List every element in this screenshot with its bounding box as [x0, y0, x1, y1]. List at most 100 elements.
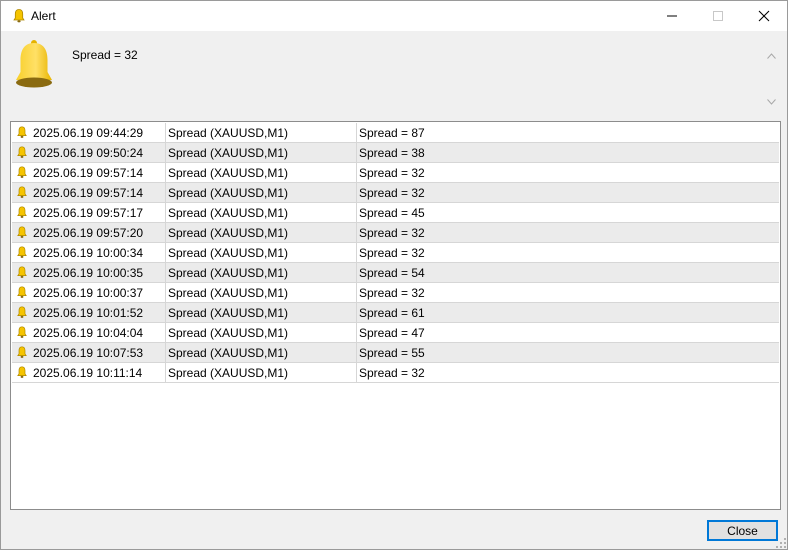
table-row[interactable]: 2025.06.19 10:07:53 Spread (XAUUSD,M1) Spr…: [12, 343, 779, 363]
alert-message: Spread = 32: [359, 286, 425, 300]
alert-time: 2025.06.19 09:57:14: [33, 166, 144, 180]
table-row[interactable]: 2025.06.19 09:57:17 Spread (XAUUSD,M1) Spr…: [12, 203, 779, 223]
resize-grip-icon[interactable]: [775, 537, 787, 549]
alert-message: Spread = 38: [359, 146, 425, 160]
minimize-icon: [667, 15, 677, 17]
alert-source: Spread (XAUUSD,M1): [168, 266, 289, 280]
table-row[interactable]: 2025.06.19 09:57:14 Spread (XAUUSD,M1) Spr…: [12, 163, 779, 183]
alert-time: 2025.06.19 10:00:35: [33, 266, 144, 280]
column-divider: [356, 183, 357, 202]
column-divider: [356, 363, 357, 382]
column-divider: [356, 283, 357, 302]
alert-source: Spread (XAUUSD,M1): [168, 366, 289, 380]
alert-message: Spread = 32: [359, 166, 425, 180]
alert-header: Spread = 32: [1, 31, 787, 117]
alert-source: Spread (XAUUSD,M1): [168, 186, 289, 200]
column-divider: [165, 363, 166, 382]
table-row[interactable]: 2025.06.19 10:00:34 Spread (XAUUSD,M1) Spr…: [12, 243, 779, 263]
alert-time: 2025.06.19 09:57:20: [33, 226, 144, 240]
bell-icon: [17, 126, 27, 138]
alert-time: 2025.06.19 09:57:14: [33, 186, 144, 200]
alert-time: 2025.06.19 09:57:17: [33, 206, 144, 220]
bell-icon: [17, 186, 27, 198]
minimize-button[interactable]: [649, 1, 695, 31]
alert-source: Spread (XAUUSD,M1): [168, 166, 289, 180]
alert-window: Alert Spread = 32 2025.06.19 09:44:29 Sp…: [0, 0, 788, 550]
column-divider: [356, 243, 357, 262]
table-row[interactable]: 2025.06.19 10:04:04 Spread (XAUUSD,M1) Spr…: [12, 323, 779, 343]
table-row[interactable]: 2025.06.19 09:57:14 Spread (XAUUSD,M1) Spr…: [12, 183, 779, 203]
alert-time: 2025.06.19 09:44:29: [33, 126, 144, 140]
column-divider: [356, 223, 357, 242]
table-row[interactable]: 2025.06.19 09:44:29 Spread (XAUUSD,M1) Spr…: [12, 123, 779, 143]
bell-icon: [17, 346, 27, 358]
alert-history-list[interactable]: 2025.06.19 09:44:29 Spread (XAUUSD,M1) Spr…: [10, 121, 781, 510]
alert-source: Spread (XAUUSD,M1): [168, 286, 289, 300]
alert-time: 2025.06.19 10:00:37: [33, 286, 144, 300]
alert-message: Spread = 32: [359, 186, 425, 200]
chevron-down-icon[interactable]: [767, 99, 776, 105]
alert-message: Spread = 54: [359, 266, 425, 280]
column-divider: [356, 123, 357, 142]
alert-source: Spread (XAUUSD,M1): [168, 226, 289, 240]
column-divider: [356, 303, 357, 322]
column-divider: [165, 203, 166, 222]
alert-time: 2025.06.19 10:04:04: [33, 326, 144, 340]
close-button[interactable]: Close: [707, 520, 778, 541]
close-icon: [758, 10, 770, 22]
table-row[interactable]: 2025.06.19 09:57:20 Spread (XAUUSD,M1) Spr…: [12, 223, 779, 243]
column-divider: [165, 343, 166, 362]
bell-icon: [17, 326, 27, 338]
alert-source: Spread (XAUUSD,M1): [168, 126, 289, 140]
bell-icon: [17, 266, 27, 278]
alert-message: Spread = 61: [359, 306, 425, 320]
table-row[interactable]: 2025.06.19 10:00:35 Spread (XAUUSD,M1) Spr…: [12, 263, 779, 283]
column-divider: [165, 323, 166, 342]
column-divider: [356, 343, 357, 362]
alert-source: Spread (XAUUSD,M1): [168, 306, 289, 320]
alert-message: Spread = 32: [359, 246, 425, 260]
bell-icon: [17, 246, 27, 258]
chevron-up-icon[interactable]: [767, 53, 776, 59]
column-divider: [165, 303, 166, 322]
bell-icon: [17, 146, 27, 158]
column-divider: [356, 203, 357, 222]
alert-message: Spread = 47: [359, 326, 425, 340]
bell-icon: [17, 226, 27, 238]
column-divider: [165, 143, 166, 162]
column-divider: [165, 163, 166, 182]
current-alert-message: Spread = 32: [72, 48, 138, 62]
table-row[interactable]: 2025.06.19 09:50:24 Spread (XAUUSD,M1) Spr…: [12, 143, 779, 163]
alert-time: 2025.06.19 10:11:14: [33, 366, 143, 380]
bell-icon: [17, 306, 27, 318]
column-divider: [165, 223, 166, 242]
alert-message: Spread = 87: [359, 126, 425, 140]
column-divider: [165, 123, 166, 142]
window-title: Alert: [31, 9, 56, 23]
close-window-button[interactable]: [741, 1, 787, 31]
alert-source: Spread (XAUUSD,M1): [168, 326, 289, 340]
column-divider: [165, 283, 166, 302]
alert-message: Spread = 32: [359, 226, 425, 240]
bell-icon: [17, 166, 27, 178]
column-divider: [356, 163, 357, 182]
alert-time: 2025.06.19 09:50:24: [33, 146, 144, 160]
bell-icon: [17, 366, 27, 378]
alert-message: Spread = 32: [359, 366, 425, 380]
alert-source: Spread (XAUUSD,M1): [168, 206, 289, 220]
alert-time: 2025.06.19 10:00:34: [33, 246, 144, 260]
bell-icon: [16, 40, 52, 88]
bell-icon: [13, 9, 25, 23]
alert-source: Spread (XAUUSD,M1): [168, 346, 289, 360]
alert-source: Spread (XAUUSD,M1): [168, 246, 289, 260]
table-row[interactable]: 2025.06.19 10:00:37 Spread (XAUUSD,M1) Spr…: [12, 283, 779, 303]
column-divider: [165, 263, 166, 282]
table-row[interactable]: 2025.06.19 10:11:14 Spread (XAUUSD,M1) Spr…: [12, 363, 779, 383]
maximize-icon: [713, 11, 723, 21]
maximize-button[interactable]: [695, 1, 741, 31]
message-scrollbar[interactable]: [763, 45, 780, 111]
title-bar[interactable]: Alert: [1, 1, 787, 31]
column-divider: [356, 143, 357, 162]
table-row[interactable]: 2025.06.19 10:01:52 Spread (XAUUSD,M1) Spr…: [12, 303, 779, 323]
alert-message: Spread = 45: [359, 206, 425, 220]
